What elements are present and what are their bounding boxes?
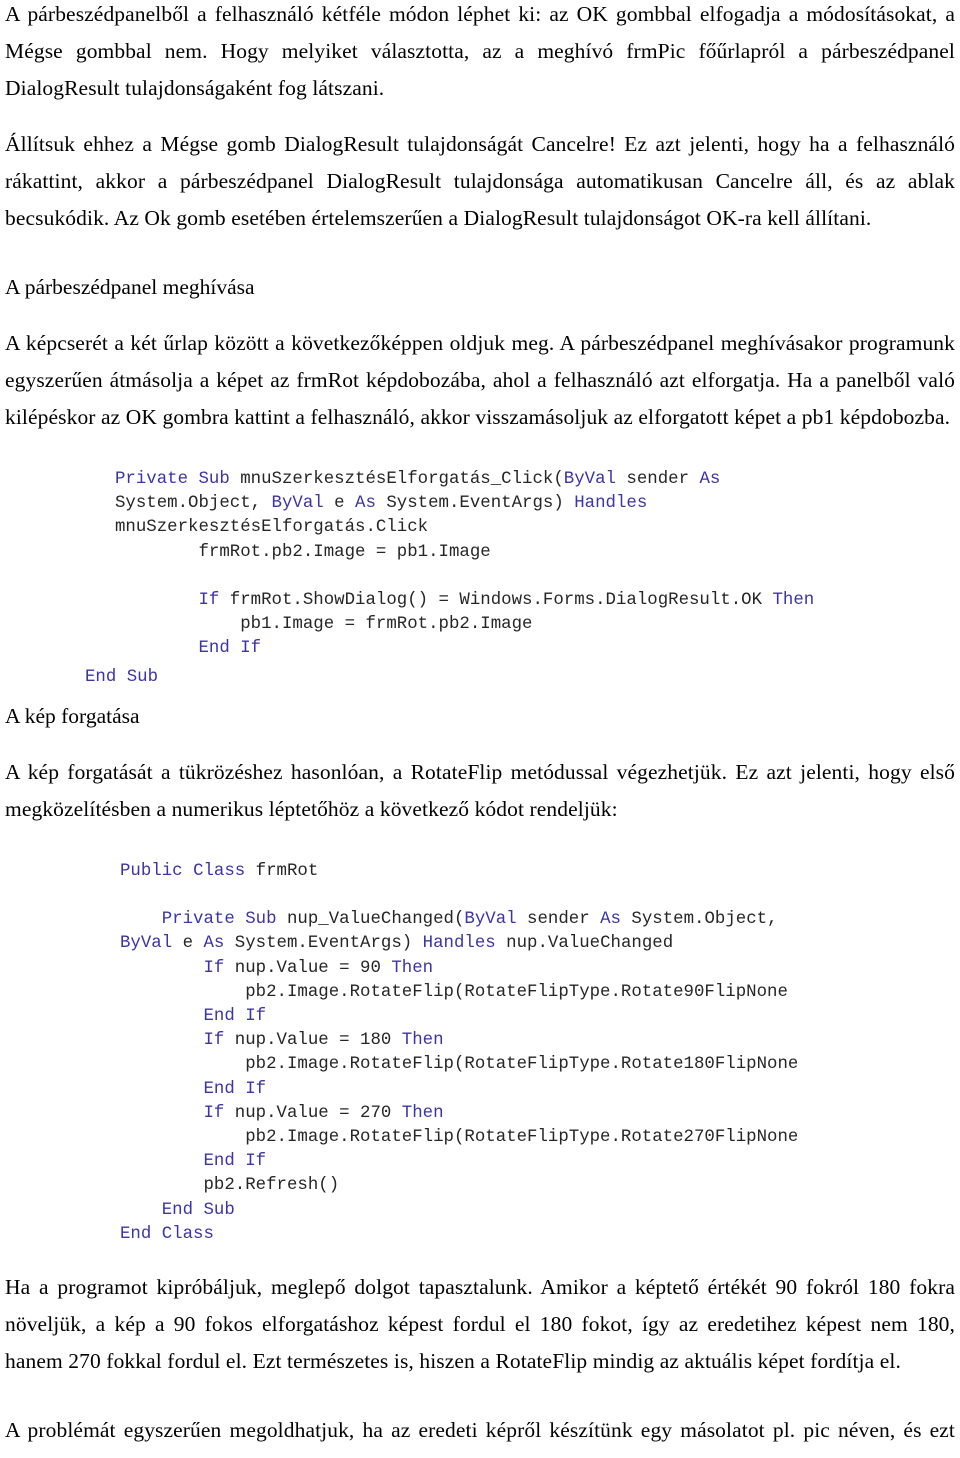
code-block-2: Public Class frmRot Private Sub nup_Valu… — [120, 861, 799, 1244]
section-heading-image-rotation: A kép forgatása — [5, 703, 140, 728]
paragraph-2: Állítsuk ehhez a Mégse gomb DialogResult… — [5, 132, 955, 230]
paragraph-6: A problémát egyszerűen megoldhatjuk, ha … — [5, 1418, 955, 1458]
paragraph-5: Ha a programot kipróbáljuk, meglepő dolg… — [5, 1275, 955, 1374]
code-block-1-end-sub: End Sub — [85, 667, 159, 687]
paragraph-1: A párbeszédpanelből a felhasználó kétfél… — [5, 2, 955, 100]
page-content: A párbeszédpanelből a felhasználó kétfél… — [5, 0, 955, 1458]
paragraph-4: A kép forgatását a tükrözéshez hasonlóan… — [5, 759, 955, 821]
code-block-1: Private Sub mnuSzerkesztésElforgatás_Cli… — [115, 470, 815, 659]
paragraph-3: A képcserét a két űrlap között a követke… — [5, 331, 955, 429]
document-page: A párbeszédpanelből a felhasználó kétfél… — [0, 0, 960, 1458]
section-heading-dialog-invocation: A párbeszédpanel meghívása — [5, 275, 255, 299]
